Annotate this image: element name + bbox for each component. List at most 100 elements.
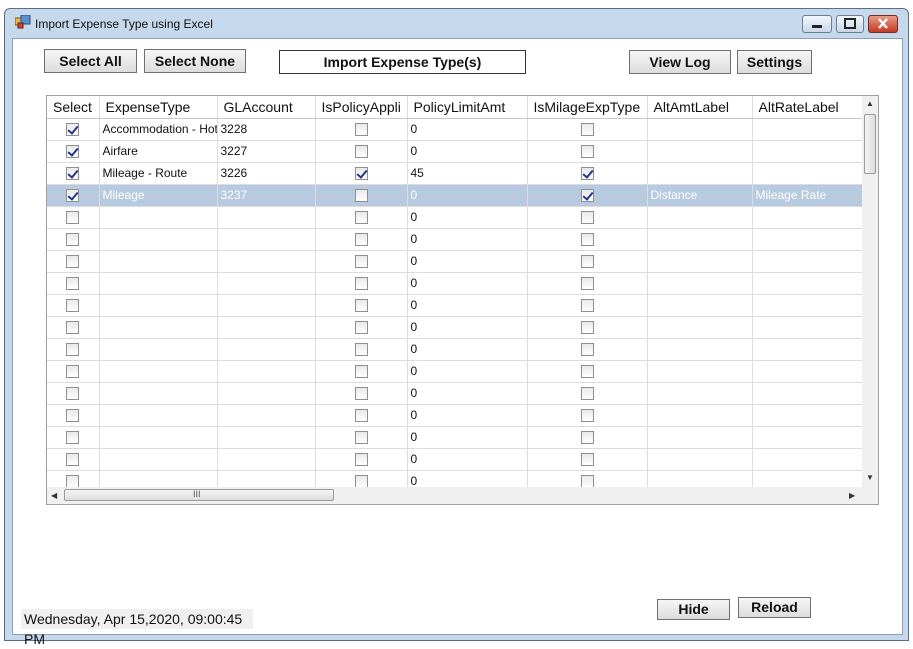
row-select-checkbox[interactable] — [66, 299, 80, 313]
column-header-expense-type[interactable]: ExpenseType — [99, 96, 218, 119]
cell-gl-account[interactable] — [217, 470, 316, 487]
cell-expense-type[interactable] — [99, 294, 218, 317]
cell-is-policy-cell[interactable] — [315, 184, 408, 207]
cell-alt-amt-label[interactable] — [647, 294, 753, 317]
cell-policy-limit-amt[interactable]: 0 — [407, 360, 528, 383]
cell-alt-amt-label[interactable] — [647, 338, 753, 361]
cell-policy-limit-amt[interactable]: 0 — [407, 470, 528, 487]
cell-is-mileage-cell[interactable] — [527, 448, 648, 471]
cell-alt-rate-label[interactable]: Mileage Rate — [752, 184, 862, 207]
row-select-checkbox[interactable] — [66, 321, 80, 335]
cell-gl-account[interactable] — [217, 382, 316, 405]
cell-is-mileage-checkbox[interactable] — [580, 211, 594, 225]
cell-is-mileage-checkbox[interactable] — [580, 365, 594, 379]
cell-alt-rate-label[interactable] — [752, 250, 862, 273]
close-button[interactable] — [868, 15, 898, 33]
cell-policy-limit-amt[interactable]: 0 — [407, 294, 528, 317]
row-select-cell[interactable] — [47, 316, 100, 339]
cell-is-policy-cell[interactable] — [315, 250, 408, 273]
cell-is-mileage-cell[interactable] — [527, 206, 648, 229]
cell-is-mileage-checkbox[interactable] — [580, 475, 594, 487]
cell-is-policy-checkbox[interactable] — [354, 211, 368, 225]
cell-is-mileage-cell[interactable] — [527, 294, 648, 317]
column-header-alt-amt-label[interactable]: AltAmtLabel — [647, 96, 753, 119]
select-none-button[interactable]: Select None — [144, 49, 246, 73]
cell-is-mileage-checkbox[interactable] — [580, 255, 594, 269]
cell-gl-account[interactable] — [217, 316, 316, 339]
cell-is-policy-checkbox[interactable] — [354, 189, 368, 203]
cell-is-policy-cell[interactable] — [315, 118, 408, 141]
cell-alt-rate-label[interactable] — [752, 404, 862, 427]
cell-is-policy-checkbox[interactable] — [354, 475, 368, 487]
cell-is-mileage-checkbox[interactable] — [580, 299, 594, 313]
table-row[interactable]: Accommodation - Hotel 3228 0 — [47, 118, 862, 141]
cell-expense-type[interactable] — [99, 206, 218, 229]
cell-is-mileage-cell[interactable] — [527, 360, 648, 383]
cell-alt-rate-label[interactable] — [752, 426, 862, 449]
cell-policy-limit-amt[interactable]: 0 — [407, 118, 528, 141]
cell-alt-rate-label[interactable] — [752, 228, 862, 251]
minimize-button[interactable] — [802, 15, 832, 33]
table-row[interactable]: 0 — [47, 294, 862, 317]
row-select-cell[interactable] — [47, 162, 100, 185]
cell-is-mileage-checkbox[interactable] — [580, 189, 594, 203]
cell-is-policy-checkbox[interactable] — [354, 233, 368, 247]
cell-gl-account[interactable]: 3237 — [217, 184, 316, 207]
cell-alt-amt-label[interactable] — [647, 448, 753, 471]
row-select-cell[interactable] — [47, 272, 100, 295]
cell-policy-limit-amt[interactable]: 0 — [407, 404, 528, 427]
cell-is-mileage-checkbox[interactable] — [580, 343, 594, 357]
row-select-cell[interactable] — [47, 294, 100, 317]
cell-policy-limit-amt[interactable]: 0 — [407, 382, 528, 405]
table-row[interactable]: 0 — [47, 360, 862, 383]
row-select-cell[interactable] — [47, 228, 100, 251]
cell-alt-amt-label[interactable] — [647, 140, 753, 163]
cell-gl-account[interactable] — [217, 272, 316, 295]
cell-alt-amt-label[interactable] — [647, 360, 753, 383]
row-select-cell[interactable] — [47, 382, 100, 405]
cell-is-mileage-cell[interactable] — [527, 140, 648, 163]
cell-expense-type[interactable]: Mileage - Route — [99, 162, 218, 185]
expense-type-grid[interactable]: Select ExpenseType GLAccount IsPolicyApp… — [46, 95, 879, 505]
cell-policy-limit-amt[interactable]: 0 — [407, 338, 528, 361]
table-row[interactable]: Airfare 3227 0 — [47, 140, 862, 163]
cell-is-policy-cell[interactable] — [315, 272, 408, 295]
cell-policy-limit-amt[interactable]: 0 — [407, 272, 528, 295]
cell-is-mileage-cell[interactable] — [527, 228, 648, 251]
cell-is-mileage-checkbox[interactable] — [580, 387, 594, 401]
cell-is-policy-checkbox[interactable] — [354, 277, 368, 291]
cell-alt-amt-label[interactable]: Distance — [647, 184, 753, 207]
cell-is-mileage-checkbox[interactable] — [580, 277, 594, 291]
cell-is-policy-cell[interactable] — [315, 404, 408, 427]
row-select-checkbox[interactable] — [66, 453, 80, 467]
cell-alt-rate-label[interactable] — [752, 140, 862, 163]
cell-is-policy-cell[interactable] — [315, 360, 408, 383]
cell-gl-account[interactable]: 3228 — [217, 118, 316, 141]
table-row[interactable]: 0 — [47, 272, 862, 295]
cell-policy-limit-amt[interactable]: 0 — [407, 184, 528, 207]
cell-is-mileage-checkbox[interactable] — [580, 321, 594, 335]
cell-is-mileage-cell[interactable] — [527, 272, 648, 295]
cell-alt-amt-label[interactable] — [647, 470, 753, 487]
cell-gl-account[interactable]: 3226 — [217, 162, 316, 185]
column-header-policy-limit-amt[interactable]: PolicyLimitAmt — [407, 96, 528, 119]
cell-gl-account[interactable]: 3227 — [217, 140, 316, 163]
table-row[interactable]: 0 — [47, 338, 862, 361]
row-select-cell[interactable] — [47, 338, 100, 361]
cell-is-mileage-checkbox[interactable] — [580, 409, 594, 423]
cell-is-mileage-cell[interactable] — [527, 470, 648, 487]
cell-gl-account[interactable] — [217, 206, 316, 229]
cell-alt-rate-label[interactable] — [752, 316, 862, 339]
cell-is-policy-cell[interactable] — [315, 140, 408, 163]
cell-is-mileage-cell[interactable] — [527, 404, 648, 427]
row-select-cell[interactable] — [47, 448, 100, 471]
import-expense-types-button[interactable]: Import Expense Type(s) — [279, 50, 526, 74]
select-all-button[interactable]: Select All — [44, 49, 137, 73]
cell-gl-account[interactable] — [217, 294, 316, 317]
row-select-checkbox[interactable] — [66, 387, 80, 401]
cell-is-policy-cell[interactable] — [315, 470, 408, 487]
vertical-scrollbar[interactable]: ▲ ▼ — [862, 96, 878, 487]
row-select-checkbox[interactable] — [66, 475, 80, 487]
table-row[interactable]: 0 — [47, 426, 862, 449]
cell-is-policy-cell[interactable] — [315, 228, 408, 251]
